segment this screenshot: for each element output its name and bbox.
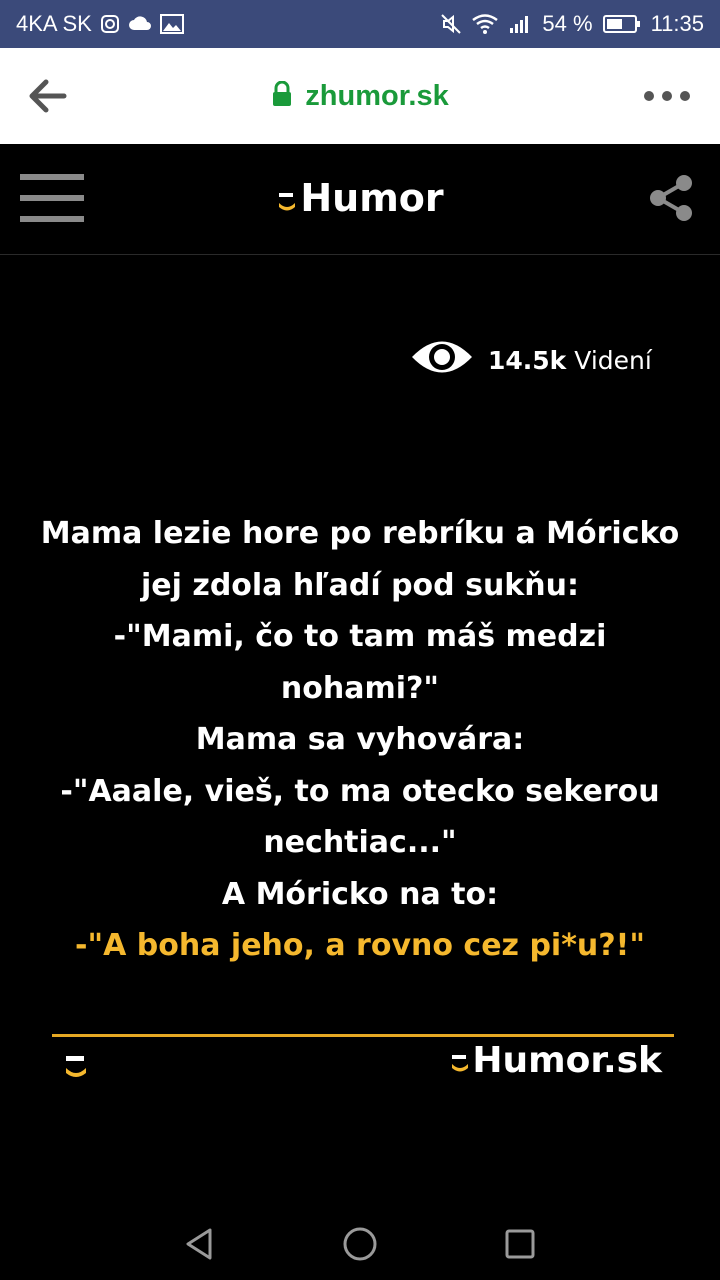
lock-icon bbox=[271, 80, 293, 112]
nav-back-button[interactable] bbox=[180, 1224, 220, 1264]
nav-home-button[interactable] bbox=[340, 1224, 380, 1264]
footer-brand-z-icon bbox=[450, 1042, 470, 1072]
footer-divider bbox=[52, 1034, 674, 1037]
wifi-icon bbox=[472, 14, 499, 34]
joke-line: -"Mami, čo to tam máš medzi bbox=[113, 619, 607, 654]
eye-icon bbox=[410, 334, 474, 386]
carrier-label: 4KA SK bbox=[16, 11, 92, 36]
circle-home-icon bbox=[343, 1227, 377, 1261]
joke-punchline: -"A boha jeho, a rovno cez pi*u?!" bbox=[75, 928, 645, 963]
logo-text: Humor bbox=[300, 176, 444, 220]
battery-percent: 54 % bbox=[542, 11, 593, 36]
joke-line: nohami?" bbox=[280, 670, 440, 706]
url-text: zhumor.sk bbox=[305, 79, 449, 112]
footer-brand-text: Humor.sk bbox=[472, 1040, 662, 1081]
view-label: Videní bbox=[574, 345, 652, 375]
joke-line: -"Aaale, vieš, to ma otecko sekerou bbox=[60, 773, 660, 809]
view-counter: 14.5k Videní bbox=[410, 330, 652, 390]
site-logo[interactable]: Humor bbox=[0, 176, 720, 220]
battery-icon bbox=[602, 14, 641, 34]
status-bar: 4KA SK 54 % 11:35 bbox=[0, 0, 720, 48]
joke-line: nechtiac..." bbox=[263, 825, 457, 860]
clock: 11:35 bbox=[650, 11, 704, 36]
logo-z-icon bbox=[276, 178, 298, 211]
system-nav-bar bbox=[0, 1208, 720, 1280]
joke-line: Mama lezie hore po rebríku a Móricko bbox=[40, 516, 680, 551]
nav-recents-button[interactable] bbox=[500, 1224, 540, 1264]
browser-toolbar: zhumor.sk bbox=[0, 48, 720, 144]
more-options-button[interactable] bbox=[644, 86, 690, 106]
cloud-icon bbox=[128, 16, 152, 32]
site-header: Humor bbox=[0, 144, 720, 255]
footer-z-logo-icon bbox=[62, 1050, 90, 1080]
more-dots-icon bbox=[644, 91, 654, 101]
gallery-icon bbox=[159, 14, 184, 34]
share-icon[interactable] bbox=[646, 172, 698, 224]
footer-brand: Humor.sk bbox=[450, 1040, 662, 1081]
square-recents-icon bbox=[505, 1229, 535, 1259]
joke-line: Mama sa vyhovára: bbox=[195, 722, 525, 757]
view-count: 14.5k bbox=[488, 345, 567, 375]
cropped-heading-fragment bbox=[22, 256, 142, 268]
joke-text-block: Mama lezie hore po rebríku a Móricko jej… bbox=[0, 508, 720, 972]
signal-icon bbox=[508, 14, 532, 34]
instagram-icon bbox=[100, 14, 120, 34]
joke-line: A Móricko na to: bbox=[221, 876, 499, 912]
address-bar[interactable]: zhumor.sk bbox=[0, 48, 720, 144]
joke-line: jej zdola hľadí pod sukňu: bbox=[141, 567, 579, 603]
mute-icon bbox=[440, 13, 462, 35]
triangle-back-icon bbox=[186, 1228, 212, 1260]
